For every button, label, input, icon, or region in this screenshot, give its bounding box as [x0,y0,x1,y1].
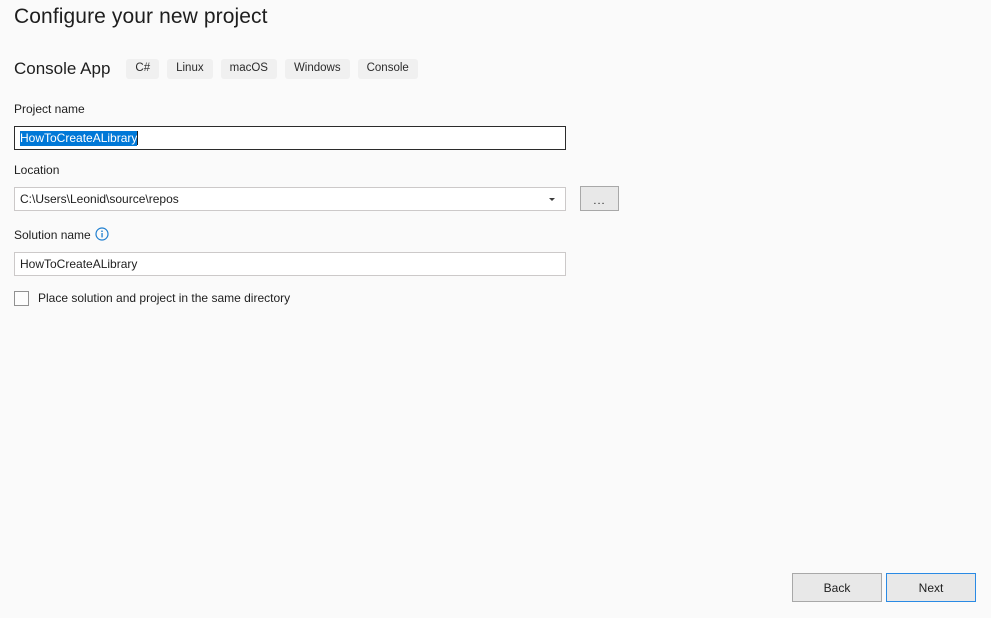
solution-name-input[interactable]: HowToCreateALibrary [14,252,566,276]
solution-name-label: Solution name [14,228,91,242]
same-directory-row[interactable]: Place solution and project in the same d… [14,288,290,308]
project-name-label: Project name [14,102,85,116]
template-tag: Console [357,58,418,80]
solution-name-value: HowToCreateALibrary [20,257,138,271]
location-label: Location [14,163,60,177]
info-circle-icon[interactable] [95,227,109,241]
chevron-down-icon[interactable] [546,193,558,205]
browse-location-button[interactable]: ... [580,186,619,211]
location-value: C:\Users\Leonid\source\repos [20,192,179,206]
template-tag: Windows [284,58,350,80]
location-combobox[interactable]: C:\Users\Leonid\source\repos [14,187,566,211]
configure-project-dialog: Configure your new project Console App C… [0,0,991,618]
template-name: Console App [14,59,111,78]
template-tag-list: C# Linux macOS Windows Console [126,58,418,80]
same-directory-checkbox[interactable] [14,290,29,306]
page-title: Configure your new project [14,5,268,28]
next-button[interactable]: Next [886,573,976,602]
text-caret [137,131,139,145]
back-button[interactable]: Back [792,573,882,602]
project-name-value: HowToCreateALibrary [20,130,138,146]
template-tag: C# [126,58,160,80]
template-summary-row: Console App C# Linux macOS Windows Conso… [14,57,418,81]
template-tag: Linux [167,58,213,80]
project-name-input[interactable]: HowToCreateALibrary [14,126,566,150]
same-directory-label: Place solution and project in the same d… [38,291,291,305]
template-tag: macOS [220,58,277,80]
